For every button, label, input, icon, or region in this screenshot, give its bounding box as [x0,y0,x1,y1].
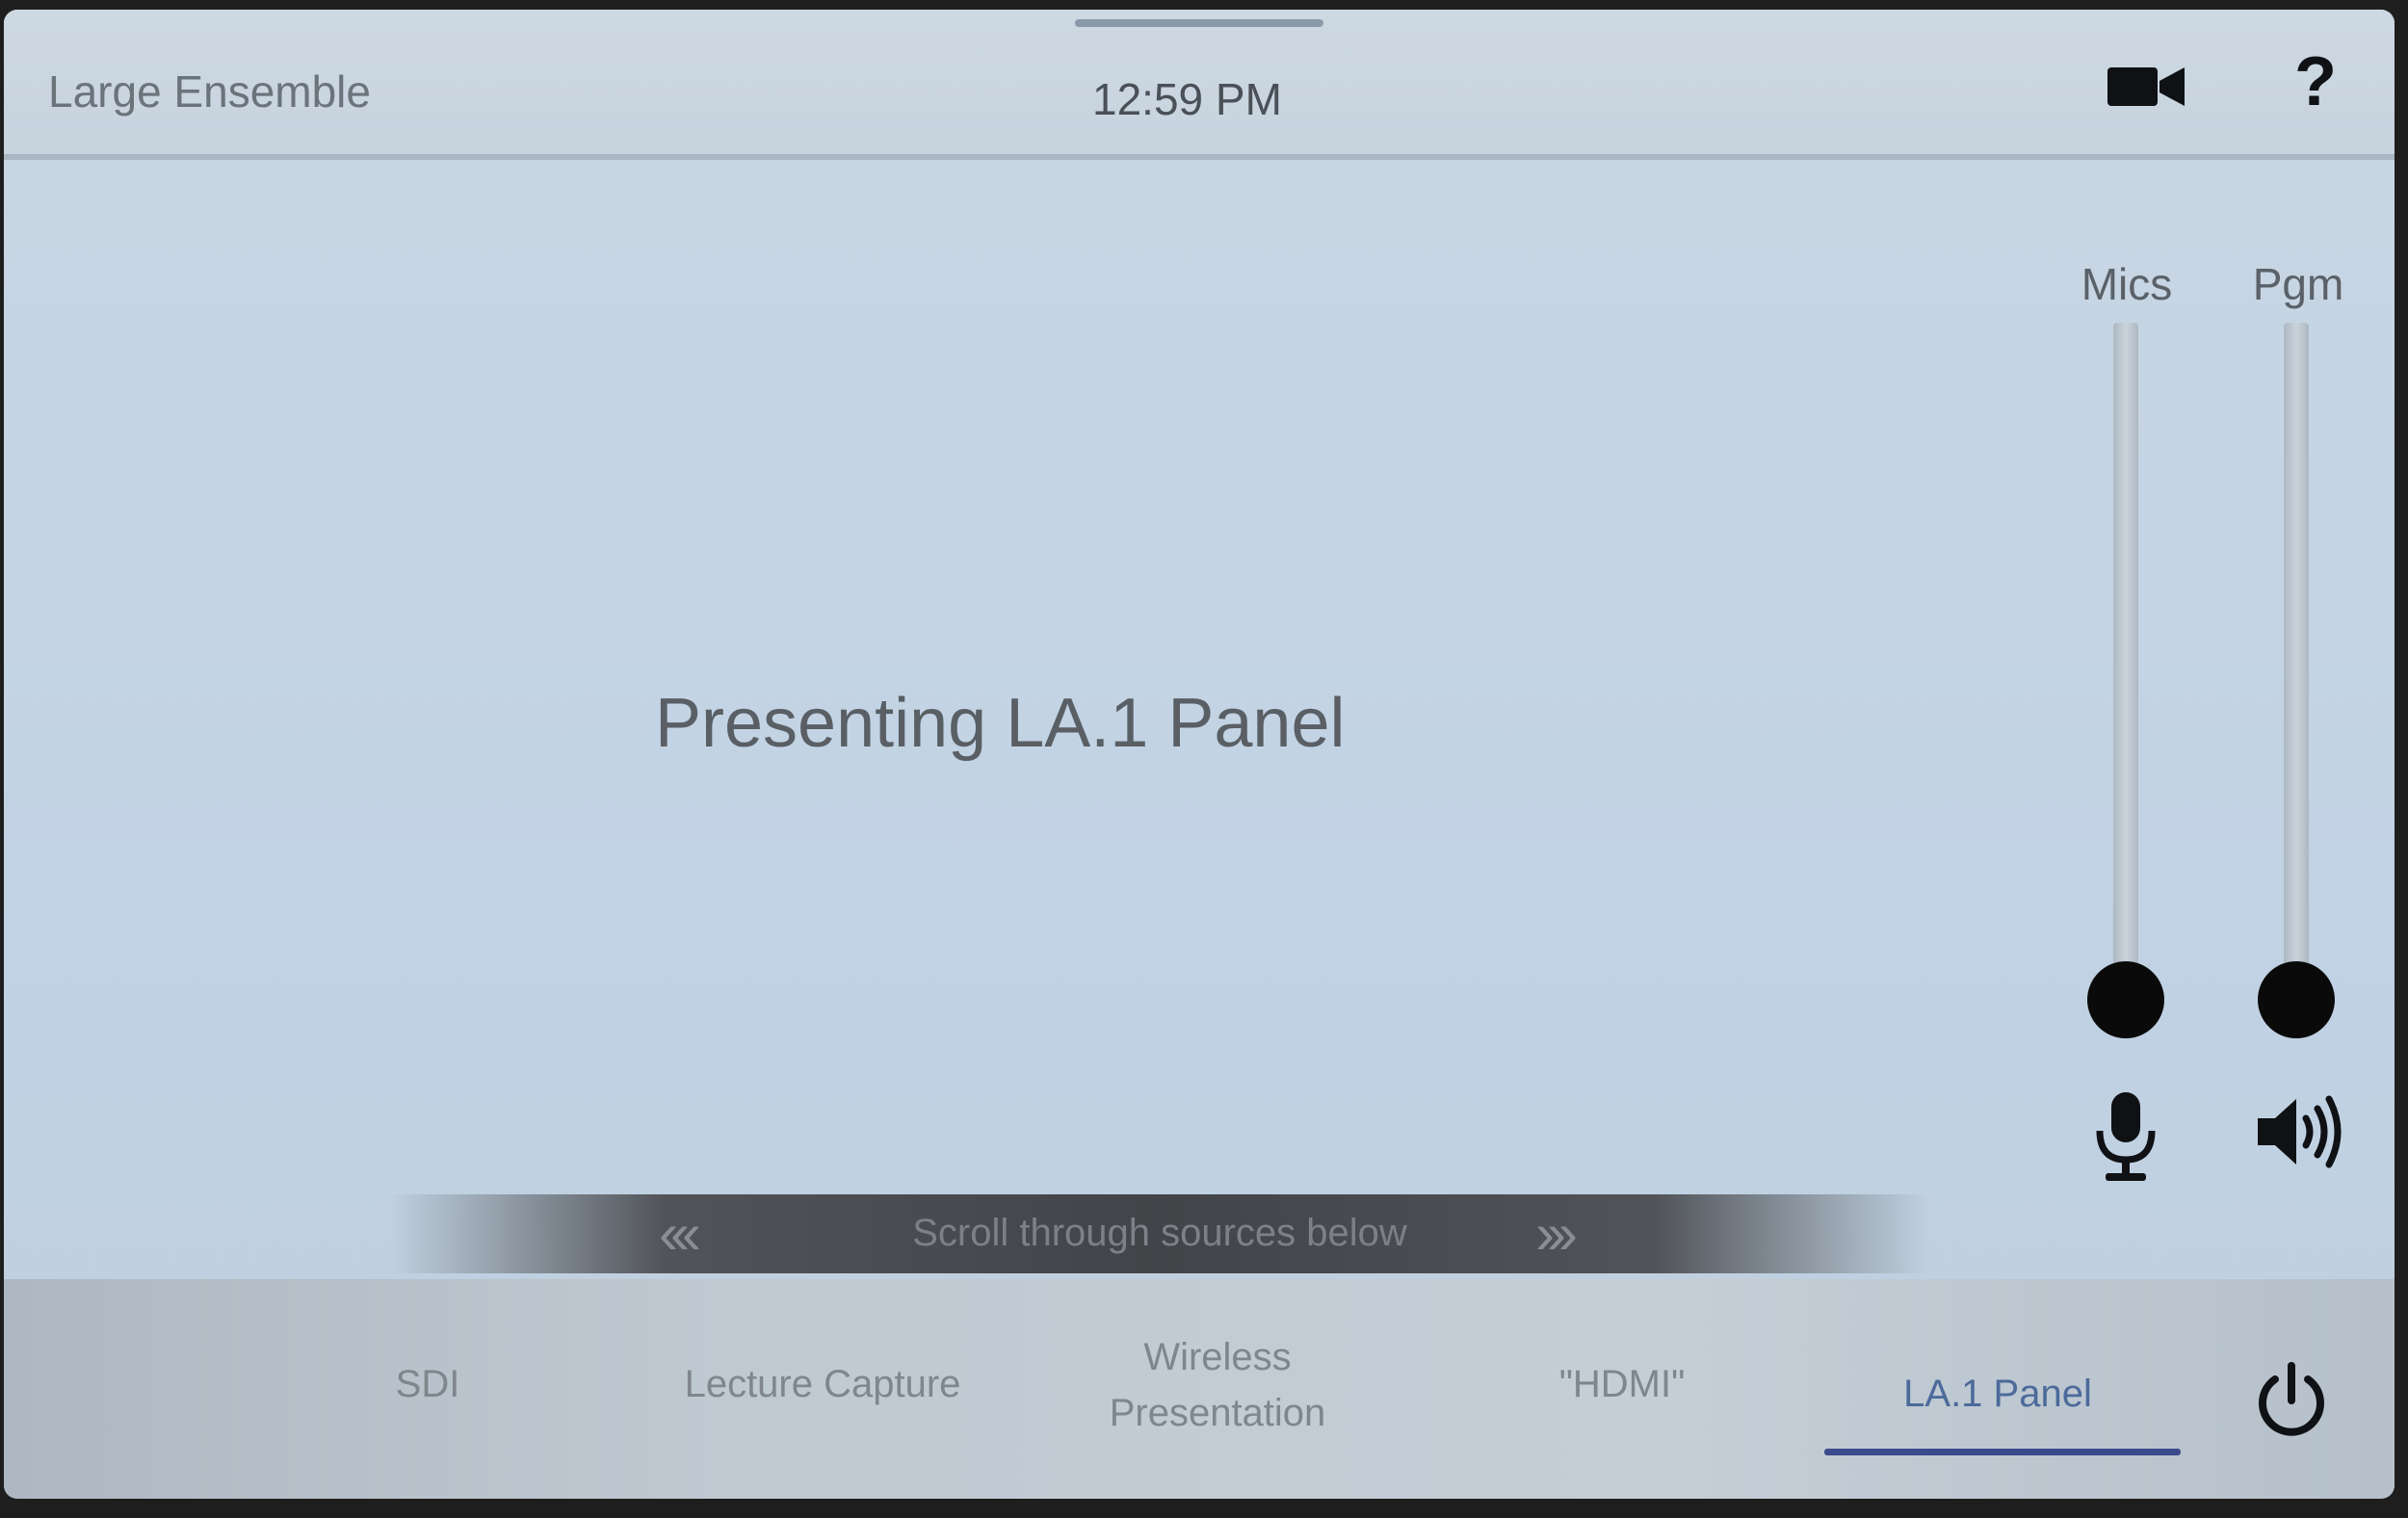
active-source-indicator [1824,1449,2181,1455]
scroll-right-arrows[interactable]: ››› [1535,1200,1578,1267]
touch-panel-screen: Large Ensemble 12:59 PM ? Presenting LA.… [4,10,2395,1499]
mics-mute-button[interactable] [2082,1088,2169,1185]
clock: 12:59 PM [1092,74,1282,124]
presenting-status: Presenting LA.1 Panel [655,685,1346,762]
source-lecture-capture[interactable]: Lecture Capture [640,1356,1006,1412]
mics-volume-knob[interactable] [2087,961,2164,1038]
source-hdmi[interactable]: "HDMI" [1506,1356,1738,1412]
source-la1-panel[interactable]: LA.1 Panel [1834,1366,2161,1422]
program-volume-knob[interactable] [2258,961,2335,1038]
program-label: Pgm [2252,259,2344,309]
source-wireless-presentation[interactable]: Wireless Presentation [1073,1329,1362,1441]
video-camera-button[interactable] [2104,58,2190,116]
scroll-hint-bar: ‹‹‹ Scroll through sources below ››› [389,1194,1930,1273]
microphone-icon [2096,1092,2156,1181]
speaker-icon [2258,1095,2342,1168]
mics-label: Mics [2081,259,2173,309]
source-sdi[interactable]: SDI [331,1356,524,1412]
pull-down-handle[interactable] [1075,19,1323,27]
mics-volume-track[interactable] [2113,323,2138,997]
room-name: Large Ensemble [48,66,371,117]
power-button[interactable] [2248,1358,2335,1445]
top-bar: Large Ensemble 12:59 PM ? [4,10,2395,160]
program-volume-track[interactable] [2284,323,2309,997]
scroll-left-arrows[interactable]: ‹‹‹ [659,1200,701,1267]
scroll-hint-text: Scroll through sources below [912,1212,1407,1254]
program-mute-button[interactable] [2252,1084,2342,1180]
video-camera-icon [2107,67,2185,106]
help-button[interactable]: ? [2277,42,2354,129]
power-icon [2259,1362,2324,1436]
